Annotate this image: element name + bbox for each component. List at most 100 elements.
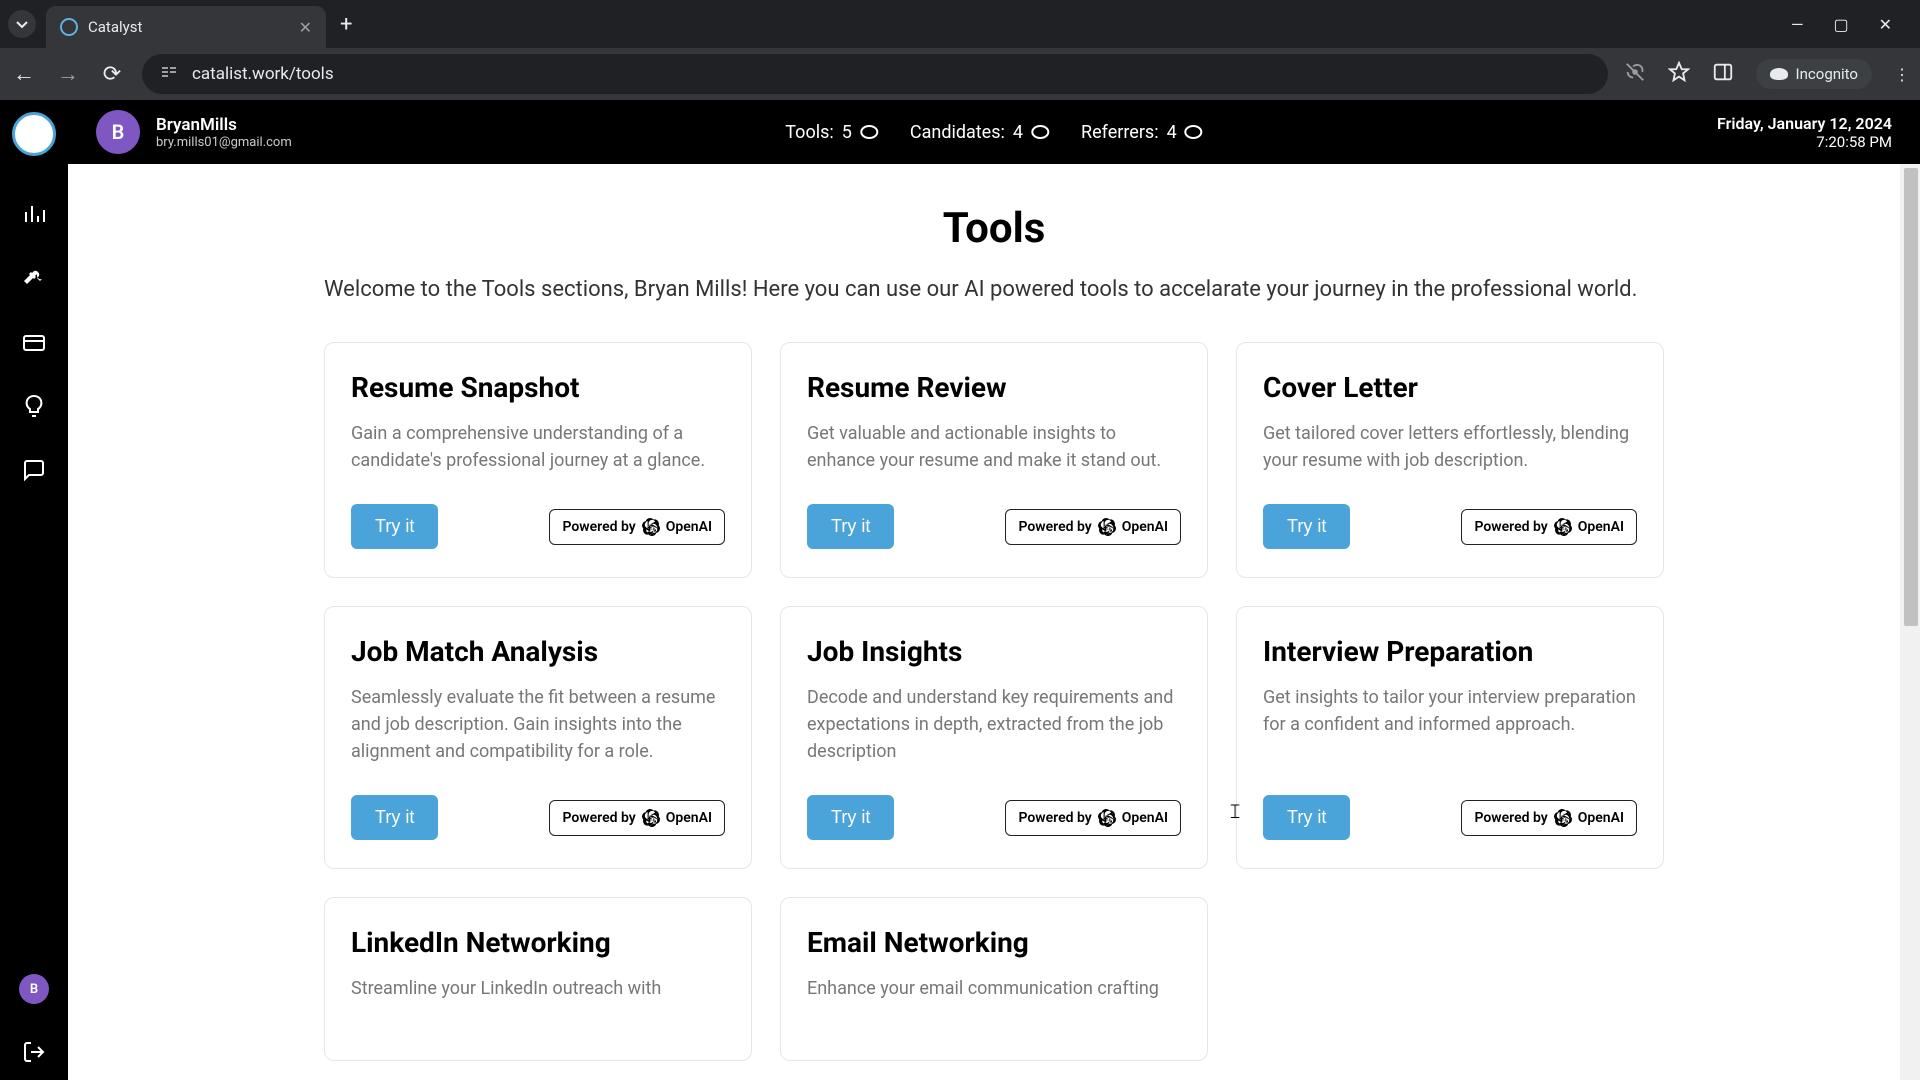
card-title: LinkedIn Networking xyxy=(351,926,725,959)
scrollbar[interactable] xyxy=(1900,164,1920,1080)
url-text: catalist.work/tools xyxy=(192,64,334,84)
powered-prefix: Powered by xyxy=(1018,810,1091,826)
coin-icon xyxy=(860,125,878,139)
tracking-protection-icon[interactable] xyxy=(1624,61,1646,87)
tool-card: Email Networking Enhance your email commu… xyxy=(780,897,1208,1061)
username: BryanMills xyxy=(156,115,292,135)
try-it-button[interactable]: Try it xyxy=(351,504,438,549)
powered-by-badge: Powered by OpenAI xyxy=(1005,509,1181,545)
maximize-button[interactable]: ▢ xyxy=(1833,15,1848,34)
card-description: Streamline your LinkedIn outreach with xyxy=(351,975,725,1002)
card-title: Email Networking xyxy=(807,926,1181,959)
tab-favicon-icon xyxy=(60,18,78,36)
openai-icon xyxy=(1554,518,1572,536)
card-description: Get valuable and actionable insights to … xyxy=(807,420,1181,474)
avatar: B xyxy=(96,110,140,154)
browser-menu-icon[interactable]: ⋮ xyxy=(1894,65,1910,84)
current-time: 7:20:58 PM xyxy=(1717,133,1892,151)
card-title: Interview Preparation xyxy=(1263,635,1637,668)
logout-icon[interactable] xyxy=(18,1036,50,1068)
powered-brand: OpenAI xyxy=(1122,810,1168,826)
openai-icon xyxy=(642,518,660,536)
side-panel-icon[interactable] xyxy=(1712,61,1734,87)
url-input[interactable]: catalist.work/tools xyxy=(142,54,1608,94)
try-it-button[interactable]: Try it xyxy=(1263,795,1350,840)
tools-icon[interactable] xyxy=(18,262,50,294)
card-description: Decode and understand key requirements a… xyxy=(807,684,1181,765)
powered-prefix: Powered by xyxy=(1474,810,1547,826)
back-button[interactable]: ← xyxy=(10,61,38,87)
browser-tab[interactable]: Catalyst ✕ xyxy=(46,6,326,48)
content-area: Tools Welcome to the Tools sections, Bry… xyxy=(68,164,1920,1080)
openai-icon xyxy=(642,809,660,827)
close-window-button[interactable]: ✕ xyxy=(1879,15,1892,34)
card-description: Gain a comprehensive understanding of a … xyxy=(351,420,725,474)
powered-by-badge: Powered byOpenAI xyxy=(1461,800,1637,836)
user-email: bry.mills01@gmail.com xyxy=(156,135,292,150)
tab-title: Catalyst xyxy=(88,18,289,36)
user-block[interactable]: B BryanMills bry.mills01@gmail.com xyxy=(96,110,292,154)
close-icon[interactable]: ✕ xyxy=(299,18,312,37)
powered-brand: OpenAI xyxy=(666,519,712,535)
tool-card: LinkedIn Networking Streamline your Linke… xyxy=(324,897,752,1061)
lightbulb-icon[interactable] xyxy=(18,390,50,422)
stat-candidates: Candidates: 4 xyxy=(910,122,1049,143)
current-date: Friday, January 12, 2024 xyxy=(1717,114,1892,133)
minimize-button[interactable]: ― xyxy=(1791,15,1804,34)
scrollbar-thumb[interactable] xyxy=(1904,168,1918,626)
page-title: Tools xyxy=(324,204,1664,253)
app-logo-icon[interactable] xyxy=(12,112,56,156)
page-subtitle: Welcome to the Tools sections, Bryan Mil… xyxy=(324,277,1664,302)
address-bar: ← → ⟳ catalist.work/tools Incognito ⋮ xyxy=(0,48,1920,100)
bookmark-icon[interactable] xyxy=(1668,61,1690,87)
powered-by-badge: Powered by OpenAI xyxy=(1461,509,1637,545)
try-it-button[interactable]: Try it xyxy=(807,795,894,840)
cards-grid: Resume SnapshotGain a comprehensive unde… xyxy=(324,342,1664,1061)
chat-icon[interactable] xyxy=(18,454,50,486)
powered-brand: OpenAI xyxy=(1122,519,1168,535)
tool-card: Cover Letter Get tailored cover letters e… xyxy=(1236,342,1664,578)
powered-by-badge: Powered by OpenAI xyxy=(549,800,725,836)
left-rail: B xyxy=(0,100,68,1080)
tool-card: Interview Preparation Get insights to tai… xyxy=(1236,606,1664,869)
new-tab-button[interactable]: + xyxy=(340,12,352,37)
dashboard-icon[interactable] xyxy=(18,198,50,230)
coin-icon xyxy=(1185,125,1203,139)
tab-search-dropdown[interactable] xyxy=(8,10,36,38)
powered-by-badge: Powered by OpenAI xyxy=(1005,800,1181,836)
try-it-button[interactable]: Try it xyxy=(351,795,438,840)
tool-card: Resume ReviewGet valuable and actionable… xyxy=(780,342,1208,578)
powered-by-badge: Powered by OpenAI xyxy=(549,509,725,545)
card-title: Job Insights xyxy=(807,635,1181,668)
site-info-icon[interactable] xyxy=(160,63,178,85)
powered-prefix: Powered by xyxy=(562,519,635,535)
card-title: Cover Letter xyxy=(1263,371,1637,404)
chevron-down-icon xyxy=(16,18,28,30)
try-it-button[interactable]: Try it xyxy=(807,504,894,549)
powered-prefix: Powered by xyxy=(562,810,635,826)
powered-prefix: Powered by xyxy=(1474,519,1547,535)
card-description: Get insights to tailor your interview pr… xyxy=(1263,684,1637,765)
try-it-button[interactable]: Try it xyxy=(1263,504,1350,549)
openai-icon xyxy=(1098,518,1116,536)
forward-button[interactable]: → xyxy=(54,61,82,87)
coin-icon xyxy=(1031,125,1049,139)
card-description: Seamlessly evaluate the fit between a re… xyxy=(351,684,725,765)
powered-prefix: Powered by xyxy=(1018,519,1091,535)
incognito-badge[interactable]: Incognito xyxy=(1756,59,1872,89)
datetime: Friday, January 12, 2024 7:20:58 PM xyxy=(1717,114,1892,151)
card-description: Enhance your email communication craftin… xyxy=(807,975,1181,1002)
powered-brand: OpenAI xyxy=(1578,519,1624,535)
stat-referrers: Referrers: 4 xyxy=(1081,122,1203,143)
reload-button[interactable]: ⟳ xyxy=(98,62,126,87)
card-title: Job Match Analysis xyxy=(351,635,725,668)
rail-avatar[interactable]: B xyxy=(19,974,49,1004)
stats-row: Tools: 5 Candidates: 4 Referrers: 4 xyxy=(785,122,1202,143)
wallet-icon[interactable] xyxy=(18,326,50,358)
powered-brand: OpenAI xyxy=(666,810,712,826)
stat-tools: Tools: 5 xyxy=(785,122,878,143)
incognito-label: Incognito xyxy=(1796,65,1858,83)
tool-card: Resume SnapshotGain a comprehensive unde… xyxy=(324,342,752,578)
incognito-icon xyxy=(1770,68,1788,80)
card-description: Get tailored cover letters effortlessly,… xyxy=(1263,420,1637,474)
